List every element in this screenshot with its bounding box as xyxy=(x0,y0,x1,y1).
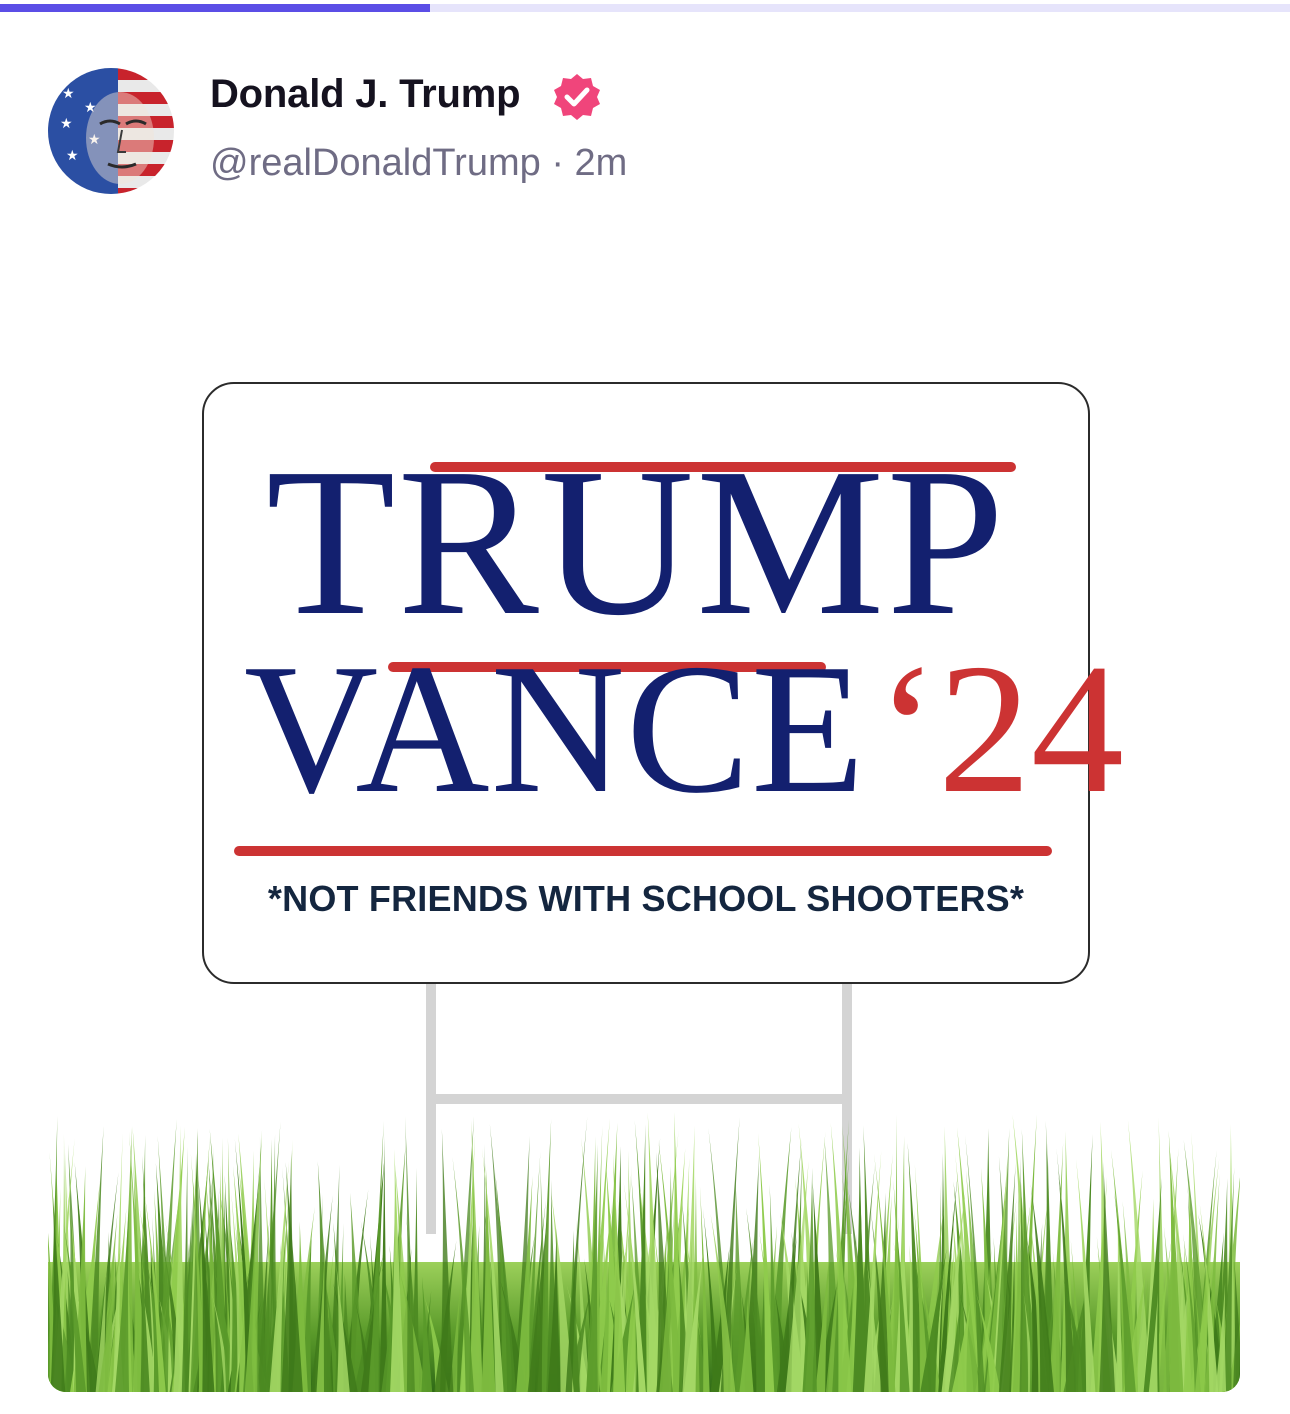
story-progress-fill xyxy=(0,4,430,12)
author-handle[interactable]: @realDonaldTrump xyxy=(210,142,541,184)
svg-text:★: ★ xyxy=(66,148,79,164)
svg-text:★: ★ xyxy=(60,116,73,132)
avatar-image: ★ ★ ★ ★ ★ xyxy=(48,68,174,194)
post-media-image[interactable]: TRUMP VANCE ‘24 *NOT FRIENDS WITH SCHOOL… xyxy=(48,260,1240,1392)
sign-stake-crossbar xyxy=(426,1094,852,1104)
sign-bottom-red-line xyxy=(234,846,1052,856)
story-progress-track xyxy=(0,4,1290,12)
post-timestamp[interactable]: 2m xyxy=(575,142,628,184)
sign-tagline: *NOT FRIENDS WITH SCHOOL SHOOTERS* xyxy=(267,878,1025,919)
sign-year: ‘24 xyxy=(876,626,1124,832)
svg-text:★: ★ xyxy=(62,86,75,102)
sign-line-vance: VANCE xyxy=(244,626,866,832)
grass-image xyxy=(48,1112,1240,1392)
author-avatar[interactable]: ★ ★ ★ ★ ★ xyxy=(48,68,174,194)
post-meta: @realDonaldTrump · 2m xyxy=(210,142,627,185)
meta-separator: · xyxy=(551,142,564,184)
verified-badge-icon xyxy=(554,74,600,120)
yard-sign: TRUMP VANCE ‘24 *NOT FRIENDS WITH SCHOOL… xyxy=(202,382,1124,984)
author-display-name[interactable]: Donald J. Trump xyxy=(210,72,521,117)
sign-line-trump: TRUMP xyxy=(266,424,1007,659)
